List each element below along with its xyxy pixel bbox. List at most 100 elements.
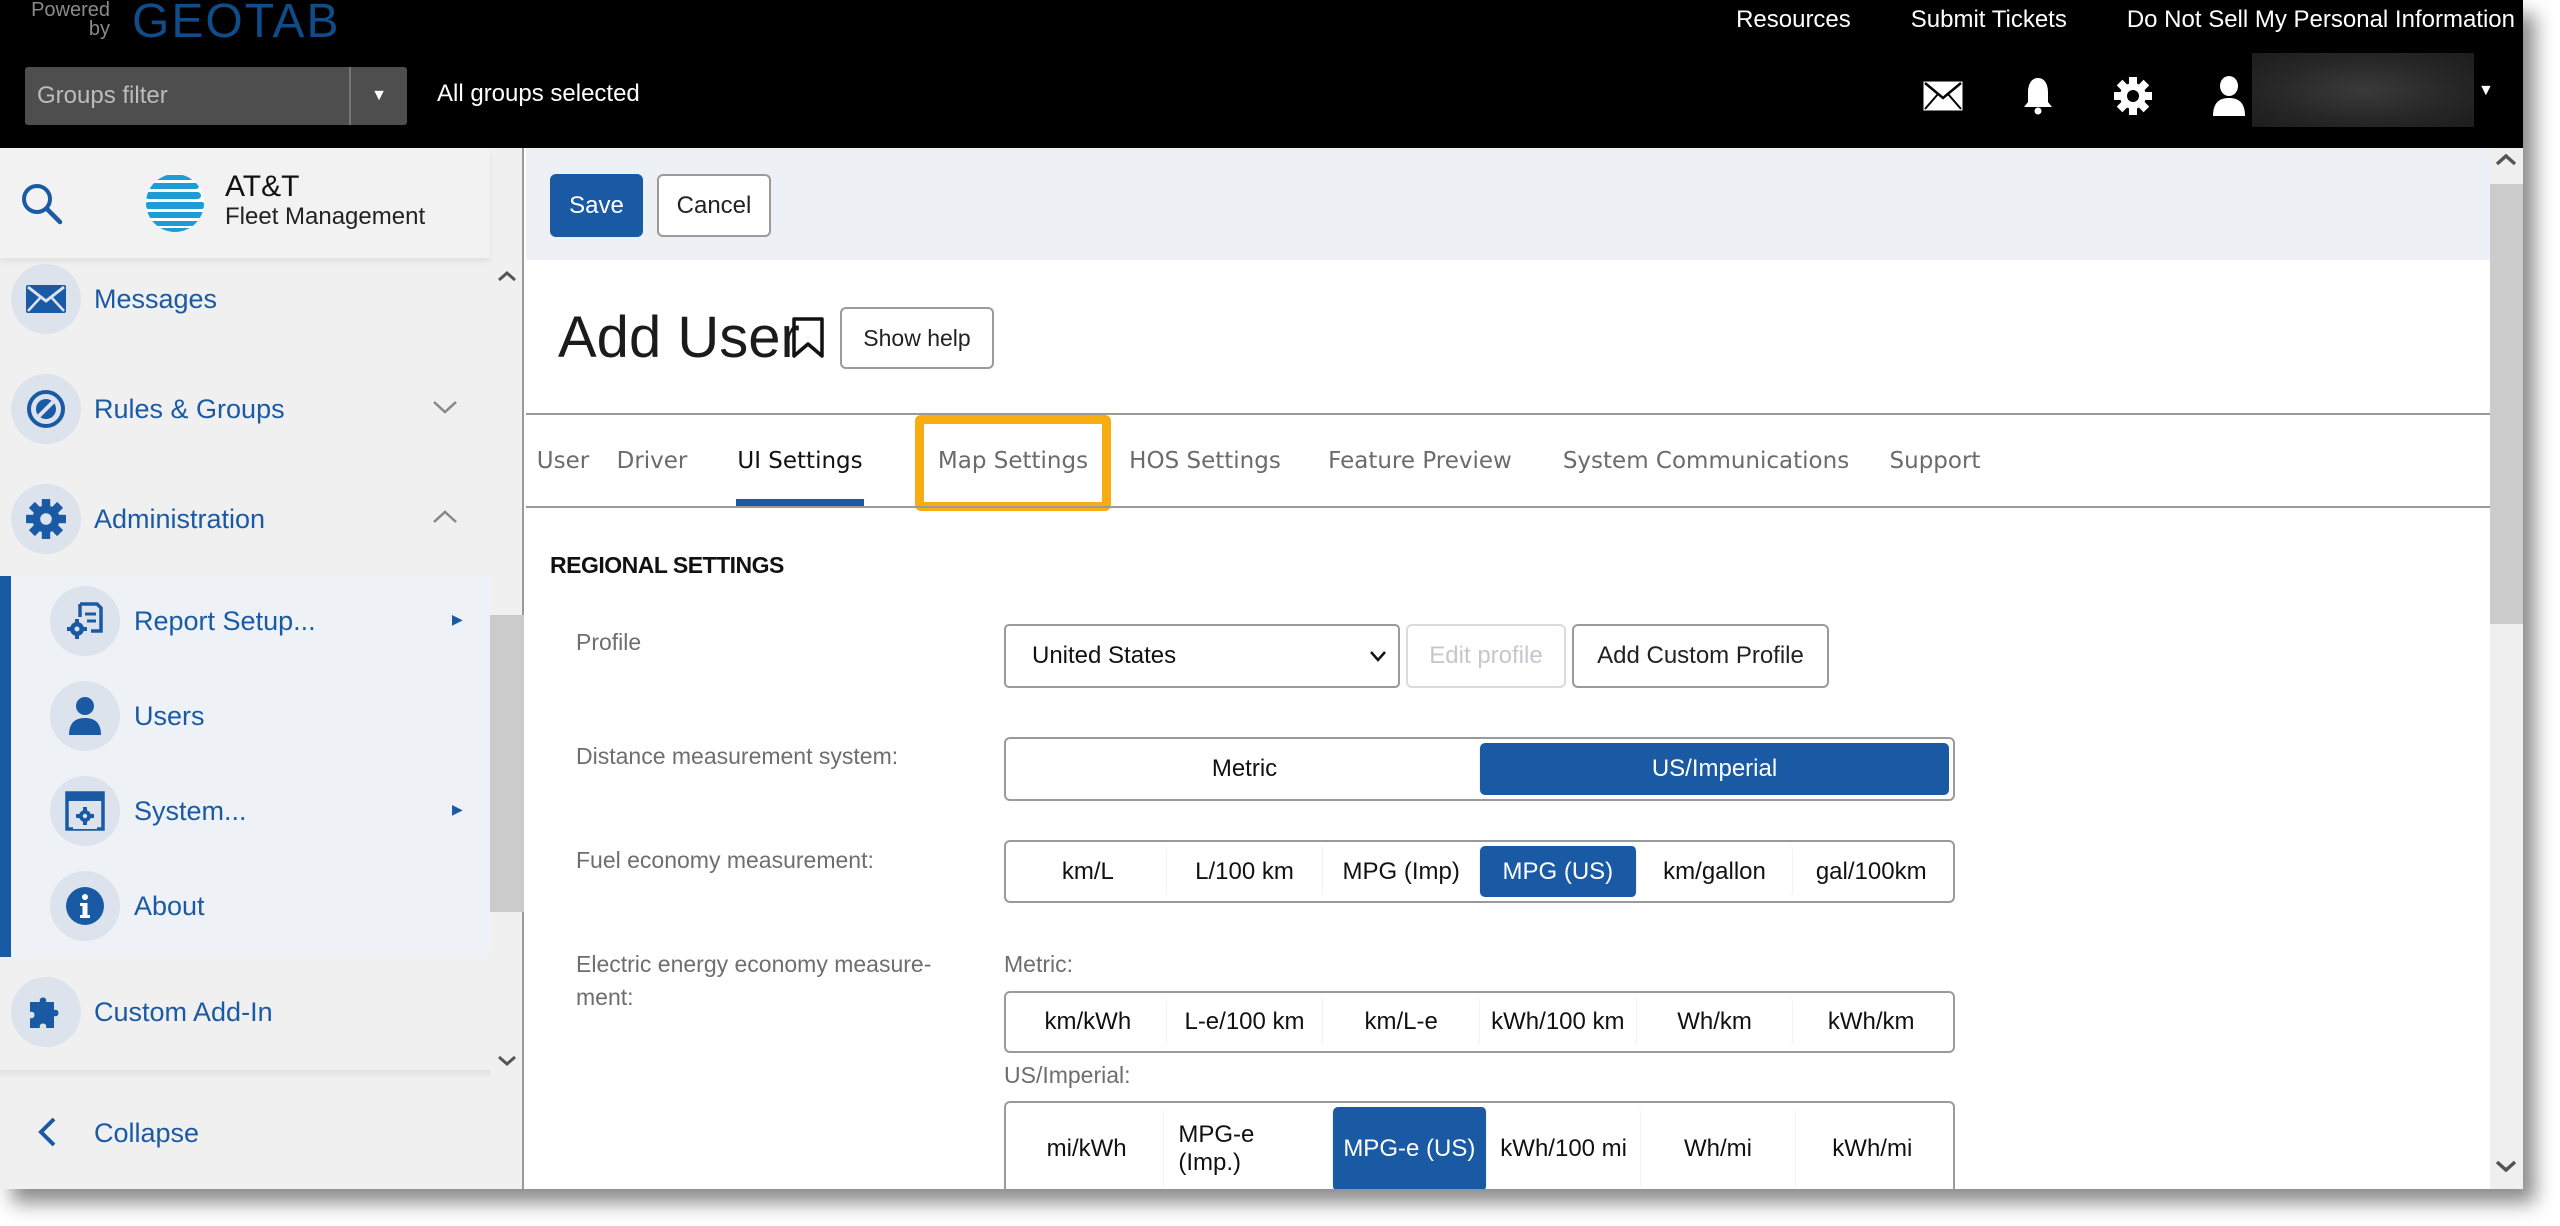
sidebar-item-administration[interactable]: Administration [0, 474, 490, 564]
sidebar-item-rules-groups[interactable]: Rules & Groups [0, 364, 490, 454]
profile-label: Profile [576, 629, 642, 655]
tab-driver[interactable]: Driver [612, 415, 692, 506]
distance-option-metric[interactable]: Metric [1010, 743, 1480, 795]
electric-us-segmented-control: mi/kWh MPG-e (Imp.) MPG-e (US) kWh/100 mi… [1004, 1101, 1955, 1189]
tab-system-communications[interactable]: System Communications [1561, 415, 1851, 506]
sidebar-subitem-about[interactable]: About [0, 861, 490, 951]
add-custom-profile-button[interactable]: Add Custom Profile [1572, 624, 1829, 688]
gear-icon[interactable] [2111, 74, 2155, 118]
sidebar-subitem-label: Users [134, 700, 205, 731]
profile-select[interactable]: United States [1004, 624, 1400, 688]
user-name-redacted[interactable] [2252, 53, 2474, 127]
main-content: Save Cancel Add User Show help User Driv… [526, 148, 2490, 1189]
user-icon [50, 681, 120, 751]
electric-metric-option-le-100km[interactable]: L-e/100 km [1167, 997, 1324, 1047]
electric-metric-option-kwh-km[interactable]: kWh/km [1793, 997, 1949, 1047]
fuel-economy-segmented-control: km/L L/100 km MPG (Imp) MPG (US) km/gall… [1004, 840, 1955, 903]
gear-icon [11, 484, 81, 554]
sidebar-scroll-up-icon[interactable] [493, 262, 521, 290]
tab-hos-settings[interactable]: HOS Settings [1122, 415, 1288, 506]
fuel-option-gal-100km[interactable]: gal/100km [1793, 846, 1949, 897]
att-globe-logo-icon [145, 173, 205, 233]
sidebar-item-messages[interactable]: Messages [0, 254, 490, 344]
distance-segmented-control: Metric US/Imperial [1004, 737, 1955, 801]
chevron-down-icon[interactable] [432, 399, 458, 420]
search-icon[interactable] [20, 182, 64, 231]
tab-feature-preview[interactable]: Feature Preview [1325, 415, 1515, 506]
fuel-option-mpg-us[interactable]: MPG (US) [1480, 846, 1637, 897]
electric-us-option-mi-kwh[interactable]: mi/kWh [1010, 1107, 1165, 1189]
tab-map-settings[interactable]: Map Settings [931, 415, 1095, 506]
groups-filter-caret-icon[interactable]: ▼ [351, 67, 407, 125]
groups-filter-input[interactable]: Groups filter [25, 67, 351, 125]
user-menu-caret-icon[interactable]: ▼ [2478, 82, 2494, 100]
electric-metric-option-kwh-100km[interactable]: kWh/100 km [1480, 997, 1637, 1047]
electric-us-option-kwh-100mi[interactable]: kWh/100 mi [1487, 1107, 1642, 1189]
top-links: Resources Submit Tickets Do Not Sell My … [1706, 6, 2523, 34]
electric-us-option-wh-mi[interactable]: Wh/mi [1641, 1107, 1796, 1189]
profile-select-value: United States [1032, 642, 1177, 669]
report-setup-icon [50, 586, 120, 656]
sidebar-subitem-label: System... [134, 795, 247, 826]
sidebar: AT&T Fleet Management Messages Rules & G… [0, 148, 524, 1189]
fuel-option-km-gallon[interactable]: km/gallon [1637, 846, 1794, 897]
tab-bar: User Driver UI Settings Map Settings HOS… [526, 415, 2490, 506]
sidebar-subitem-system[interactable]: System... ▶ [0, 766, 490, 856]
sidebar-item-label: Messages [94, 283, 218, 314]
user-icon[interactable] [2207, 74, 2251, 118]
bookmark-icon[interactable] [790, 316, 826, 365]
groups-filter-dropdown[interactable]: Groups filter ▼ [25, 67, 407, 125]
sidebar-item-label: Rules & Groups [94, 393, 285, 424]
att-brand-name: AT&T [225, 170, 300, 203]
do-not-sell-link[interactable]: Do Not Sell My Personal Information [2097, 6, 2523, 34]
powered-by-label: Powered by [31, 0, 110, 40]
main-scrollbar[interactable] [2490, 148, 2523, 1189]
fuel-option-km-l[interactable]: km/L [1010, 846, 1167, 897]
chevron-up-icon[interactable] [432, 509, 458, 530]
sidebar-scroll-down-icon[interactable] [493, 1047, 521, 1075]
submit-tickets-link[interactable]: Submit Tickets [1881, 6, 2097, 34]
save-button[interactable]: Save [550, 174, 643, 237]
sidebar-scrollbar-thumb[interactable] [490, 615, 524, 912]
electric-metric-option-wh-km[interactable]: Wh/km [1637, 997, 1794, 1047]
sidebar-collapse-button[interactable]: Collapse [0, 1088, 490, 1178]
section-title: REGIONAL SETTINGS [550, 552, 784, 578]
electric-us-option-kwh-mi[interactable]: kWh/mi [1796, 1107, 1949, 1189]
sidebar-item-custom-add-in[interactable]: Custom Add-In [0, 967, 490, 1057]
fuel-economy-label: Fuel economy measurement: [576, 847, 874, 873]
resources-link[interactable]: Resources [1706, 6, 1881, 34]
envelope-icon [11, 264, 81, 334]
fuel-option-mpg-imp[interactable]: MPG (Imp) [1323, 846, 1481, 897]
chevron-down-icon [1368, 644, 1388, 675]
electric-metric-option-km-kwh[interactable]: km/kWh [1010, 997, 1167, 1047]
sidebar-divider [0, 1070, 490, 1078]
sidebar-subitem-users[interactable]: Users [0, 671, 490, 761]
cancel-button[interactable]: Cancel [657, 174, 771, 237]
mail-icon[interactable] [1921, 74, 1965, 118]
sidebar-item-label: Administration [94, 503, 266, 534]
electric-metric-label: Metric: [1004, 951, 1073, 977]
bell-icon[interactable] [2016, 74, 2060, 118]
scroll-up-icon[interactable] [2494, 152, 2518, 173]
tab-ui-settings[interactable]: UI Settings [736, 415, 864, 506]
distance-option-us-imperial[interactable]: US/Imperial [1480, 743, 1949, 795]
tab-user[interactable]: User [534, 415, 592, 506]
electric-metric-option-km-le[interactable]: km/L-e [1323, 997, 1481, 1047]
main-scrollbar-thumb[interactable] [2490, 184, 2523, 624]
scroll-down-icon[interactable] [2494, 1158, 2518, 1179]
app-window: Powered by GEOTAB Resources Submit Ticke… [0, 0, 2523, 1189]
puzzle-icon [11, 977, 81, 1047]
rules-icon [11, 374, 81, 444]
electric-us-option-mpge-us[interactable]: MPG-e (US) [1332, 1107, 1487, 1189]
edit-profile-button[interactable]: Edit profile [1406, 624, 1566, 688]
show-help-button[interactable]: Show help [840, 307, 994, 369]
sidebar-subitem-report-setup[interactable]: Report Setup... ▶ [0, 576, 490, 666]
tab-support[interactable]: Support [1885, 415, 1985, 506]
sidebar-item-label: Custom Add-In [94, 996, 273, 1027]
electric-us-option-mpge-imp[interactable]: MPG-e (Imp.) [1164, 1107, 1333, 1189]
sidebar-subitem-label: Report Setup... [134, 605, 316, 636]
fuel-option-l-100km[interactable]: L/100 km [1167, 846, 1324, 897]
electric-us-label: US/Imperial: [1004, 1062, 1131, 1088]
info-icon [50, 871, 120, 941]
geotab-logo: GEOTAB [132, 0, 341, 48]
